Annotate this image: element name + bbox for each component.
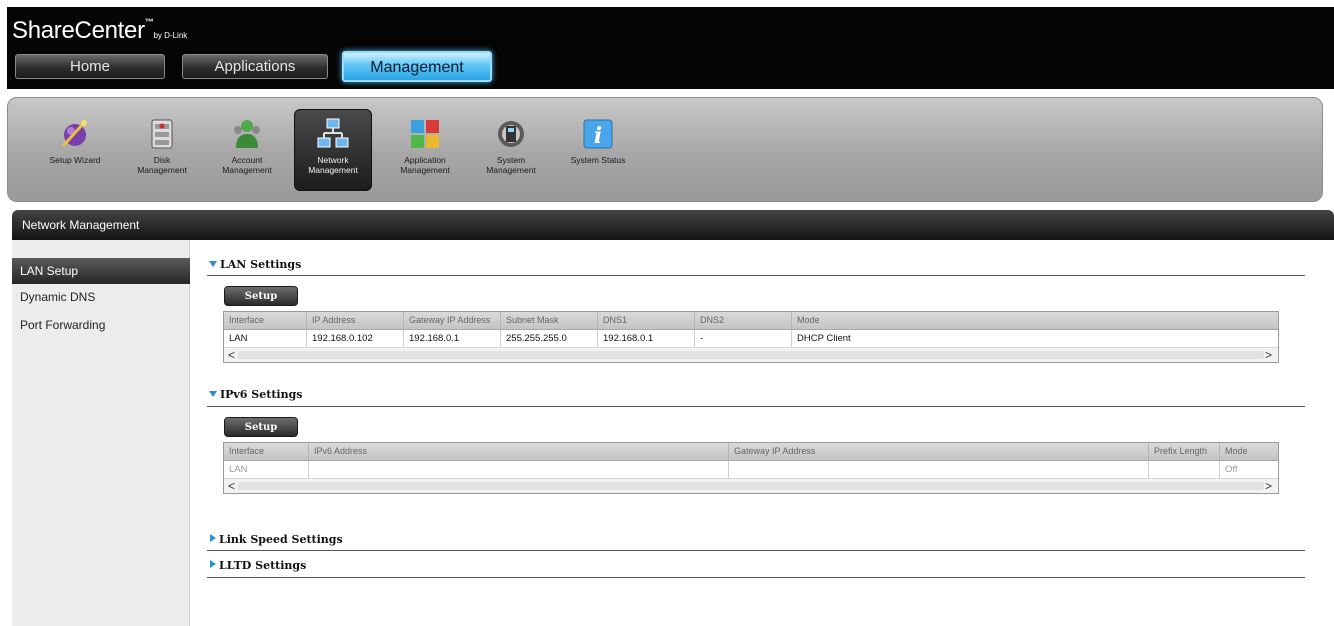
table-cell: -	[695, 330, 792, 347]
table-cell	[729, 461, 1149, 478]
column-header[interactable]: IPv6 Address	[309, 443, 729, 460]
scroll-left-arrow-icon[interactable]: <	[228, 348, 235, 362]
toolbar-item-network-management[interactable]: Network Management	[294, 109, 372, 191]
scroll-left-arrow-icon[interactable]: <	[228, 479, 235, 493]
column-header[interactable]: Gateway IP Address	[404, 312, 501, 329]
table-cell: 255.255.255.0	[501, 330, 598, 347]
sidebar-item-lan-setup[interactable]: LAN Setup	[12, 258, 190, 284]
table-header: Interface IP Address Gateway IP Address …	[224, 312, 1278, 330]
toolbar-label: System Management	[486, 155, 536, 175]
sidebar-item-port-forwarding[interactable]: Port Forwarding	[12, 312, 190, 338]
column-header[interactable]: Gateway IP Address	[729, 443, 1149, 460]
toolbar-item-system-management[interactable]: System Management	[472, 110, 550, 190]
tab-management[interactable]: Management	[342, 51, 492, 82]
table-header: Interface IPv6 Address Gateway IP Addres…	[224, 443, 1278, 461]
section-title: IPv6 Settings	[220, 388, 303, 401]
toolbar-label: Network Management	[308, 155, 358, 175]
table-row[interactable]: LAN 192.168.0.102 192.168.0.1 255.255.25…	[224, 330, 1278, 347]
toolbar-item-system-status[interactable]: i System Status	[559, 110, 637, 190]
table-cell: 192.168.0.102	[307, 330, 404, 347]
tab-home[interactable]: Home	[15, 54, 165, 79]
system-icon	[493, 116, 529, 152]
section-title: LLTD Settings	[219, 559, 307, 572]
column-header[interactable]: DNS2	[695, 312, 792, 329]
toolbar-item-disk-management[interactable]: Disk Management	[123, 110, 201, 190]
account-icon	[229, 116, 265, 152]
toolbar-item-setup-wizard[interactable]: Setup Wizard	[36, 110, 114, 190]
table-cell	[309, 461, 729, 478]
svg-text:i: i	[594, 123, 602, 149]
expand-triangle-icon	[210, 534, 216, 542]
sidebar: LAN Setup Dynamic DNS Port Forwarding	[12, 240, 190, 626]
section-link-speed-settings[interactable]: Link Speed Settings	[209, 533, 343, 546]
brand-trademark: ™	[144, 17, 154, 27]
scrollbar-thumb[interactable]	[238, 351, 1264, 359]
table-cell: 192.168.0.1	[598, 330, 695, 347]
column-header[interactable]: Mode	[1220, 443, 1278, 460]
table-cell	[1149, 461, 1220, 478]
horizontal-scrollbar[interactable]: < >	[224, 478, 1278, 493]
tab-applications[interactable]: Applications	[182, 54, 328, 79]
brand-vendor: by D-Link	[153, 31, 188, 40]
ipv6-setup-button[interactable]: Setup	[224, 417, 298, 437]
wizard-icon	[57, 116, 93, 152]
divider	[207, 577, 1305, 578]
collapse-triangle-icon	[209, 261, 217, 267]
toolbar-label: Account Management	[222, 155, 272, 175]
column-header[interactable]: Interface	[224, 312, 307, 329]
divider	[207, 275, 1305, 276]
column-header[interactable]: IP Address	[307, 312, 404, 329]
divider	[207, 550, 1305, 551]
toolbar-label: System Status	[570, 155, 626, 165]
toolbar-label: Application Management	[400, 155, 450, 175]
app-header: ShareCenter™by D-Link Home Applications …	[7, 7, 1334, 89]
column-header[interactable]: Interface	[224, 443, 309, 460]
application-icon	[407, 116, 443, 152]
disk-icon	[144, 116, 180, 152]
info-icon: i	[580, 116, 616, 152]
column-header[interactable]: Subnet Mask	[501, 312, 598, 329]
sidebar-item-dynamic-dns[interactable]: Dynamic DNS	[12, 284, 190, 310]
divider	[207, 406, 1305, 407]
network-icon	[315, 116, 351, 152]
section-lltd-settings[interactable]: LLTD Settings	[209, 559, 306, 572]
brand-logo: ShareCenter™ by D-Link	[12, 17, 187, 45]
toolbar-item-account-management[interactable]: Account Management	[208, 110, 286, 190]
section-lan-settings[interactable]: LAN Settings	[209, 258, 301, 271]
section-title: LAN Settings	[220, 258, 302, 271]
main-content: LAN Settings Setup Interface IP Address …	[191, 240, 1334, 626]
section-ipv6-settings[interactable]: IPv6 Settings	[209, 388, 302, 401]
lan-table: Interface IP Address Gateway IP Address …	[223, 311, 1279, 363]
lan-setup-button[interactable]: Setup	[224, 286, 298, 306]
panel-title: Network Management	[22, 218, 140, 232]
management-toolbar: Setup Wizard Disk Management Account Man…	[7, 97, 1323, 202]
column-header[interactable]: Prefix Length	[1149, 443, 1220, 460]
table-cell: LAN	[224, 461, 309, 478]
table-cell: DHCP Client	[797, 333, 851, 344]
table-cell: Off	[1225, 464, 1238, 475]
column-header[interactable]: DNS1	[598, 312, 695, 329]
column-header[interactable]: Mode	[792, 312, 1278, 329]
section-title: Link Speed Settings	[219, 533, 343, 546]
toolbar-label: Setup Wizard	[49, 155, 101, 165]
scrollbar-thumb[interactable]	[238, 482, 1264, 490]
scroll-right-arrow-icon[interactable]: >	[1265, 348, 1272, 362]
panel-titlebar: Network Management	[12, 210, 1334, 240]
brand-name: ShareCenter	[12, 17, 145, 44]
scroll-right-arrow-icon[interactable]: >	[1265, 479, 1272, 493]
table-cell: 192.168.0.1	[404, 330, 501, 347]
ipv6-table: Interface IPv6 Address Gateway IP Addres…	[223, 442, 1279, 494]
toolbar-item-application-management[interactable]: Application Management	[386, 110, 464, 190]
collapse-triangle-icon	[209, 391, 217, 397]
toolbar-label: Disk Management	[137, 155, 187, 175]
horizontal-scrollbar[interactable]: < >	[224, 347, 1278, 362]
table-cell: LAN	[224, 330, 307, 347]
expand-triangle-icon	[210, 560, 216, 568]
table-row[interactable]: LAN Off	[224, 461, 1278, 478]
